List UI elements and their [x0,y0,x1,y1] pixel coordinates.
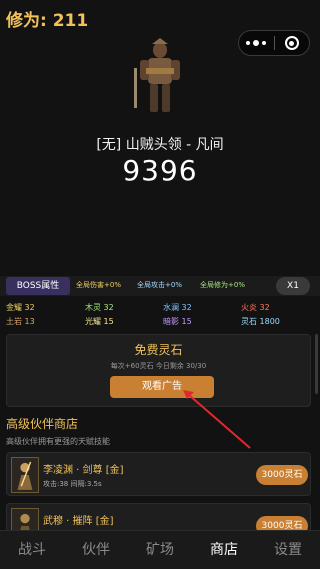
scrollbar[interactable] [315,334,318,394]
free-stone-subtitle: 每次+60灵石 今日剩余 30/30 [110,362,207,370]
stat-spirit-stone: 灵石 1800 [241,317,280,326]
more-menu-button[interactable] [239,31,274,55]
stat-metal: 金耀 32 [6,303,35,312]
stat-water: 水澜 32 [163,303,192,312]
partner-avatar-icon [11,457,39,493]
target-close-icon [284,36,299,50]
nav-tab-shop[interactable]: 商店 [192,531,256,569]
partner-name: 武穆 · 摧阵 [金] [43,516,114,527]
more-dots-icon [246,40,267,46]
watch-ad-button[interactable]: 观看广告 [110,376,214,398]
partner-name: 李凌渊 · 剑尊 [金] [43,465,124,476]
nav-tab-partner[interactable]: 伙伴 [64,531,128,569]
boss-attribute-tab[interactable]: BOSS属性 [6,277,70,295]
nav-tab-battle[interactable]: 战斗 [0,531,64,569]
global-attack-buff: 全局攻击+0% [137,281,182,289]
nav-tab-mine[interactable]: 矿场 [128,531,192,569]
element-stats: 金耀 32 木灵 32 水澜 32 火炎 32 土岩 13 光耀 15 暗影 1… [0,300,320,330]
free-stone-title: 免费灵石 [134,343,183,357]
global-cultivation-buff: 全局修为+0% [200,281,245,289]
miniprogram-capsule [238,30,310,56]
attribute-bar: BOSS属性 全局伤害+0% 全局攻击+0% 全局修为+0% X1 [0,276,320,296]
partner-stats: 攻击:38 间隔:3.5s [43,480,102,488]
shop-item-card: 李凌渊 · 剑尊 [金] 攻击:38 间隔:3.5s 3000灵石 [6,452,311,496]
nav-tab-settings[interactable]: 设置 [256,531,320,569]
speed-toggle-button[interactable]: X1 [276,277,310,295]
premium-shop-title: 高级伙伴商店 [6,417,79,431]
cultivation-counter: 修为: 211 [6,11,89,31]
global-damage-buff: 全局伤害+0% [76,281,121,289]
premium-shop-desc: 高级伙伴拥有更强的天赋技能 [6,437,110,446]
boss-hp: 9396 [122,154,198,187]
boss-name: [无] 山贼头领 - 凡间 [96,137,224,153]
free-stone-panel: 免费灵石 每次+60灵石 今日剩余 30/30 观看广告 [6,334,311,407]
stat-wood: 木灵 32 [85,303,114,312]
close-miniprogram-button[interactable] [274,31,309,55]
stat-light: 光耀 15 [85,317,114,326]
stat-shadow: 暗影 15 [163,317,192,326]
boss-figure-image[interactable] [130,38,190,118]
bottom-nav: 战斗 伙伴 矿场 商店 设置 [0,530,320,569]
buy-partner-button[interactable]: 3000灵石 [256,465,308,485]
stat-earth: 土岩 13 [6,317,35,326]
top-bar: 修为: 211 [0,0,320,34]
stat-fire: 火炎 32 [241,303,270,312]
